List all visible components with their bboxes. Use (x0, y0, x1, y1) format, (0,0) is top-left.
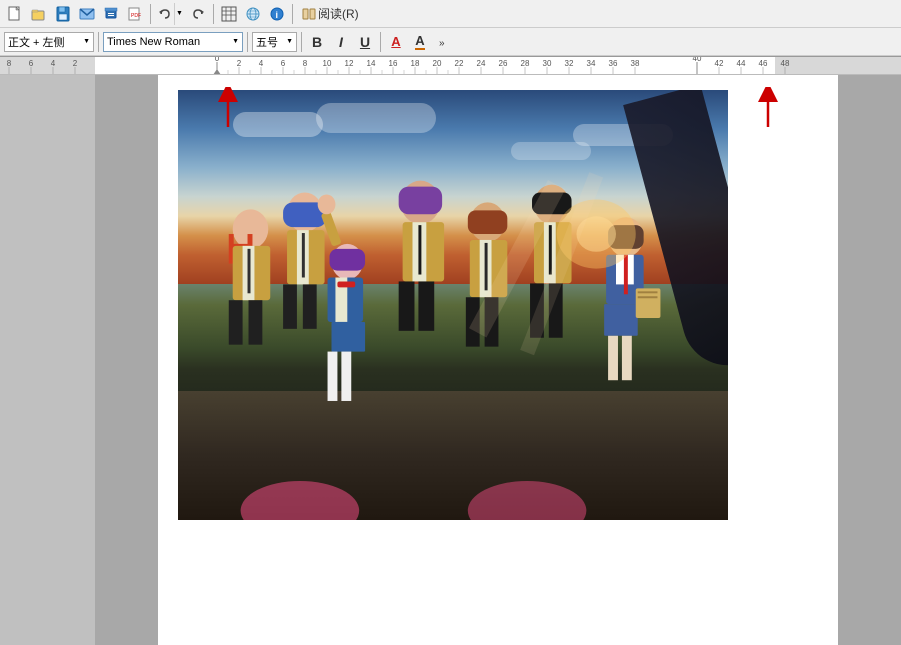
svg-text:18: 18 (411, 59, 420, 68)
underline-button[interactable]: U (354, 31, 376, 53)
font-size-selector[interactable]: 五号 ▼ (252, 32, 297, 52)
svg-text:24: 24 (477, 59, 486, 68)
redo-button[interactable] (187, 3, 209, 25)
cloud2 (316, 103, 436, 133)
undo-dropdown-icon[interactable]: ▼ (174, 3, 184, 25)
export-button[interactable]: PDF (124, 3, 146, 25)
left-panel (0, 75, 95, 645)
separator5 (247, 32, 248, 52)
svg-text:PDF: PDF (131, 13, 141, 19)
content-area[interactable] (95, 75, 901, 645)
svg-text:38: 38 (631, 59, 640, 68)
svg-text:26: 26 (499, 59, 508, 68)
characters-svg (178, 155, 728, 521)
font-name-dropdown-icon: ▼ (232, 38, 239, 45)
separator4 (98, 32, 99, 52)
svg-text:8: 8 (303, 59, 308, 68)
svg-text:40: 40 (693, 57, 702, 63)
font-size-value: 五号 (256, 34, 286, 50)
svg-text:4: 4 (259, 59, 264, 68)
font-color-button[interactable]: A (385, 31, 407, 53)
left-arrow-indicator (213, 87, 243, 135)
print-preview-button[interactable] (100, 3, 122, 25)
separator2 (213, 4, 214, 24)
toolbar-row2: 正文 + 左侧 ▼ Times New Roman ▼ 五号 ▼ B I U (0, 28, 901, 56)
open-button[interactable] (28, 3, 50, 25)
svg-text:16: 16 (389, 59, 398, 68)
separator3 (292, 4, 293, 24)
right-arrow-indicator (753, 87, 783, 135)
svg-text:4: 4 (51, 59, 56, 68)
read-mode-button[interactable]: 阅读(R) (297, 3, 364, 25)
svg-text:6: 6 (281, 59, 286, 68)
undo-button[interactable]: ▼ (155, 3, 185, 25)
svg-text:2: 2 (73, 59, 78, 68)
svg-text:i: i (276, 10, 279, 20)
separator7 (380, 32, 381, 52)
separator1 (150, 4, 151, 24)
style-value: 正文 + 左侧 (8, 34, 81, 50)
more-format-button[interactable]: » (433, 31, 455, 53)
svg-text:32: 32 (565, 59, 574, 68)
svg-text:»: » (439, 38, 445, 49)
info-button[interactable]: i (266, 3, 288, 25)
page-content (158, 75, 838, 535)
svg-text:34: 34 (587, 59, 596, 68)
style-dropdown-icon: ▼ (83, 38, 90, 45)
table-button[interactable] (218, 3, 240, 25)
undo-icon (156, 3, 174, 25)
cloud1 (233, 112, 323, 137)
svg-text:22: 22 (455, 59, 464, 68)
svg-text:8: 8 (7, 59, 12, 68)
svg-text:14: 14 (367, 59, 376, 68)
web-button[interactable] (242, 3, 264, 25)
font-name-value: Times New Roman (107, 36, 232, 48)
separator6 (301, 32, 302, 52)
font-name-selector[interactable]: Times New Roman ▼ (103, 32, 243, 52)
svg-text:42: 42 (715, 59, 724, 68)
style-selector[interactable]: 正文 + 左侧 ▼ (4, 32, 94, 52)
svg-text:28: 28 (521, 59, 530, 68)
new-doc-button[interactable] (4, 3, 26, 25)
toolbar-row1: PDF ▼ i 阅读(R) (0, 0, 901, 28)
ruler: 8 6 4 2 0 2 4 6 8 10 12 14 16 (0, 57, 901, 75)
read-mode-label: 阅读(R) (318, 5, 359, 22)
anime-image (178, 90, 728, 520)
font-size-dropdown-icon: ▼ (286, 38, 293, 45)
italic-button[interactable]: I (330, 31, 352, 53)
svg-text:2: 2 (237, 59, 242, 68)
svg-text:44: 44 (737, 59, 746, 68)
bold-button[interactable]: B (306, 31, 328, 53)
svg-text:10: 10 (323, 59, 332, 68)
save-button[interactable] (52, 3, 74, 25)
svg-text:20: 20 (433, 59, 442, 68)
svg-text:12: 12 (345, 59, 354, 68)
font-color2-button[interactable]: A (409, 31, 431, 53)
svg-text:36: 36 (609, 59, 618, 68)
svg-text:30: 30 (543, 59, 552, 68)
svg-text:48: 48 (781, 59, 790, 68)
email-button[interactable] (76, 3, 98, 25)
main-area (0, 75, 901, 645)
svg-text:6: 6 (29, 59, 34, 68)
svg-text:46: 46 (759, 59, 768, 68)
svg-text:0: 0 (215, 57, 220, 63)
ruler-ticks: 8 6 4 2 0 2 4 6 8 10 12 14 16 (0, 57, 901, 75)
document-page (158, 75, 838, 645)
